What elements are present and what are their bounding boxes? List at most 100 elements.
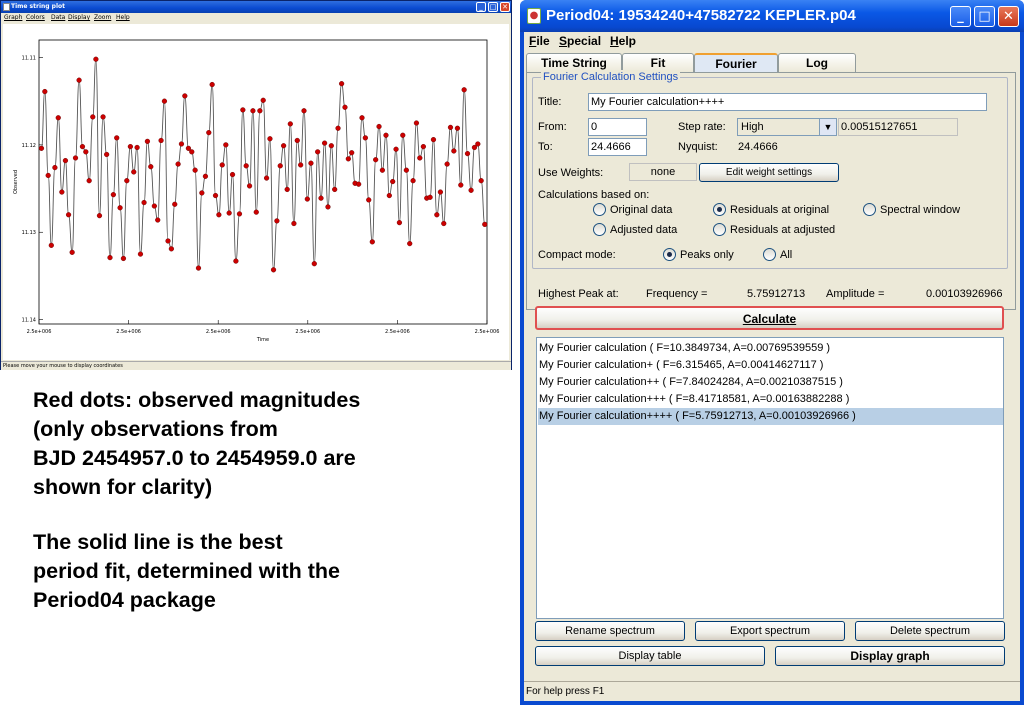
- menu-help[interactable]: Help: [116, 14, 130, 22]
- observed-point: [83, 149, 89, 155]
- export-spectrum-button[interactable]: Export spectrum: [695, 621, 845, 641]
- to-input[interactable]: 24.4666: [588, 138, 647, 156]
- menu-display[interactable]: Display: [68, 14, 90, 22]
- radio-circle: [713, 203, 726, 216]
- list-item[interactable]: My Fourier calculation+++ ( F=8.41718581…: [538, 391, 1003, 408]
- fourier-results-list[interactable]: My Fourier calculation ( F=10.3849734, A…: [536, 337, 1004, 619]
- period04-titlebar[interactable]: ● Period04: 19534240+47582722 KEPLER.p04…: [520, 0, 1024, 32]
- observed-point: [120, 255, 127, 262]
- x-tick-label: 2.5e+006: [206, 329, 231, 335]
- observed-point: [100, 114, 106, 120]
- observed-point: [42, 88, 48, 95]
- menu-special[interactable]: Special: [559, 32, 601, 50]
- observed-point: [107, 254, 113, 261]
- observed-point: [322, 140, 328, 146]
- x-tick-label: 2.5e+006: [385, 329, 410, 335]
- time-string-chart[interactable]: 11.11 11.12 11.13 11.14 2.5e+006 2.5e+006 2.5e…: [3, 24, 509, 360]
- minimize-icon[interactable]: _: [476, 2, 486, 12]
- from-input[interactable]: 0: [588, 118, 647, 136]
- menu-colors[interactable]: Colors: [26, 14, 45, 22]
- observed-point: [413, 120, 420, 126]
- time-string-titlebar[interactable]: Time string plot _ □ ✕: [1, 1, 511, 13]
- observed-point: [110, 192, 116, 198]
- observed-point: [284, 186, 290, 193]
- display-graph-button[interactable]: Display graph: [775, 646, 1005, 666]
- observed-point: [45, 172, 51, 179]
- observed-point: [403, 167, 409, 173]
- caption-line: (only observations from: [33, 417, 278, 441]
- maximize-icon[interactable]: □: [488, 2, 498, 12]
- menu-graph[interactable]: Graph: [4, 14, 22, 22]
- based-on-label: Calculations based on:: [538, 189, 650, 201]
- step-rate-select[interactable]: High ▼: [737, 118, 837, 136]
- observed-point: [376, 123, 382, 130]
- observed-point: [434, 212, 440, 218]
- observed-point: [233, 258, 239, 264]
- title-input[interactable]: My Fourier calculation++++: [588, 93, 987, 111]
- y-tick-label: 11.13: [22, 230, 36, 236]
- observed-point: [202, 173, 209, 179]
- chevron-down-icon[interactable]: ▼: [819, 119, 836, 135]
- menu-help[interactable]: Help: [610, 32, 636, 50]
- edit-weights-button[interactable]: Edit weight settings: [699, 163, 839, 182]
- x-tick-label: 2.5e+006: [27, 329, 52, 335]
- close-icon[interactable]: ✕: [998, 6, 1019, 27]
- observed-point: [206, 130, 212, 136]
- observed-point: [236, 211, 243, 217]
- menu-data[interactable]: Data: [51, 14, 65, 22]
- maximize-icon[interactable]: □: [974, 6, 995, 27]
- caption-line: BJD 2454957.0 to 2454959.0 are: [33, 446, 356, 470]
- tab-fourier[interactable]: Fourier: [694, 53, 778, 72]
- radio-label: Spectral window: [880, 204, 961, 216]
- observed-point: [76, 77, 82, 83]
- list-item-selected[interactable]: My Fourier calculation++++ ( F=5.7591271…: [538, 408, 1003, 425]
- step-rate-label: Step rate:: [678, 121, 726, 133]
- observed-point: [172, 201, 178, 207]
- observed-point: [219, 162, 225, 168]
- display-table-button[interactable]: Display table: [535, 646, 765, 666]
- observed-point: [420, 144, 426, 150]
- calculate-button[interactable]: Calculate: [535, 306, 1004, 330]
- observed-point: [468, 187, 474, 193]
- list-item[interactable]: My Fourier calculation+ ( F=6.315465, A=…: [538, 357, 1003, 374]
- observed-point: [304, 196, 310, 202]
- time-string-plot[interactable]: 11.11 11.12 11.13 11.14 2.5e+006 2.5e+006 2.5e…: [3, 24, 509, 360]
- list-item[interactable]: My Fourier calculation++ ( F=7.84024284,…: [538, 374, 1003, 391]
- tab-log[interactable]: Log: [778, 53, 856, 72]
- observed-point: [168, 246, 174, 252]
- observed-point: [335, 125, 341, 131]
- fit-line: [41, 58, 486, 271]
- observed-point: [475, 141, 481, 147]
- frequency-label: Frequency =: [646, 288, 708, 300]
- observed-point: [396, 220, 403, 226]
- observed-point: [277, 163, 283, 169]
- observed-point: [52, 164, 58, 171]
- observed-point: [72, 155, 79, 161]
- radio-label: Residuals at original: [730, 204, 830, 216]
- observed-point: [311, 261, 317, 267]
- status-text: Please move your mouse to display coordi…: [3, 363, 123, 369]
- menu-zoom[interactable]: Zoom: [94, 14, 111, 22]
- observed-point: [158, 137, 164, 144]
- minimize-icon[interactable]: _: [950, 6, 971, 27]
- observed-point: [366, 197, 372, 203]
- observed-point: [38, 145, 45, 151]
- app-icon: [3, 3, 10, 11]
- x-axis-label: Time: [256, 337, 269, 343]
- observed-point: [93, 56, 99, 62]
- radio-circle: [713, 223, 726, 236]
- rename-spectrum-button[interactable]: Rename spectrum: [535, 621, 685, 641]
- observed-point: [383, 132, 389, 138]
- observed-point: [131, 169, 137, 175]
- menu-file[interactable]: File: [529, 32, 550, 50]
- close-icon[interactable]: ✕: [500, 2, 510, 12]
- x-tick-label: 2.5e+006: [116, 329, 141, 335]
- y-tick-label: 11.14: [22, 318, 36, 324]
- step-rate-option: High: [741, 121, 764, 133]
- list-item[interactable]: My Fourier calculation ( F=10.3849734, A…: [538, 340, 1003, 357]
- observed-point: [281, 143, 287, 149]
- observed-point: [390, 178, 396, 185]
- observed-point: [165, 238, 171, 244]
- observed-point: [410, 178, 416, 184]
- delete-spectrum-button[interactable]: Delete spectrum: [855, 621, 1005, 641]
